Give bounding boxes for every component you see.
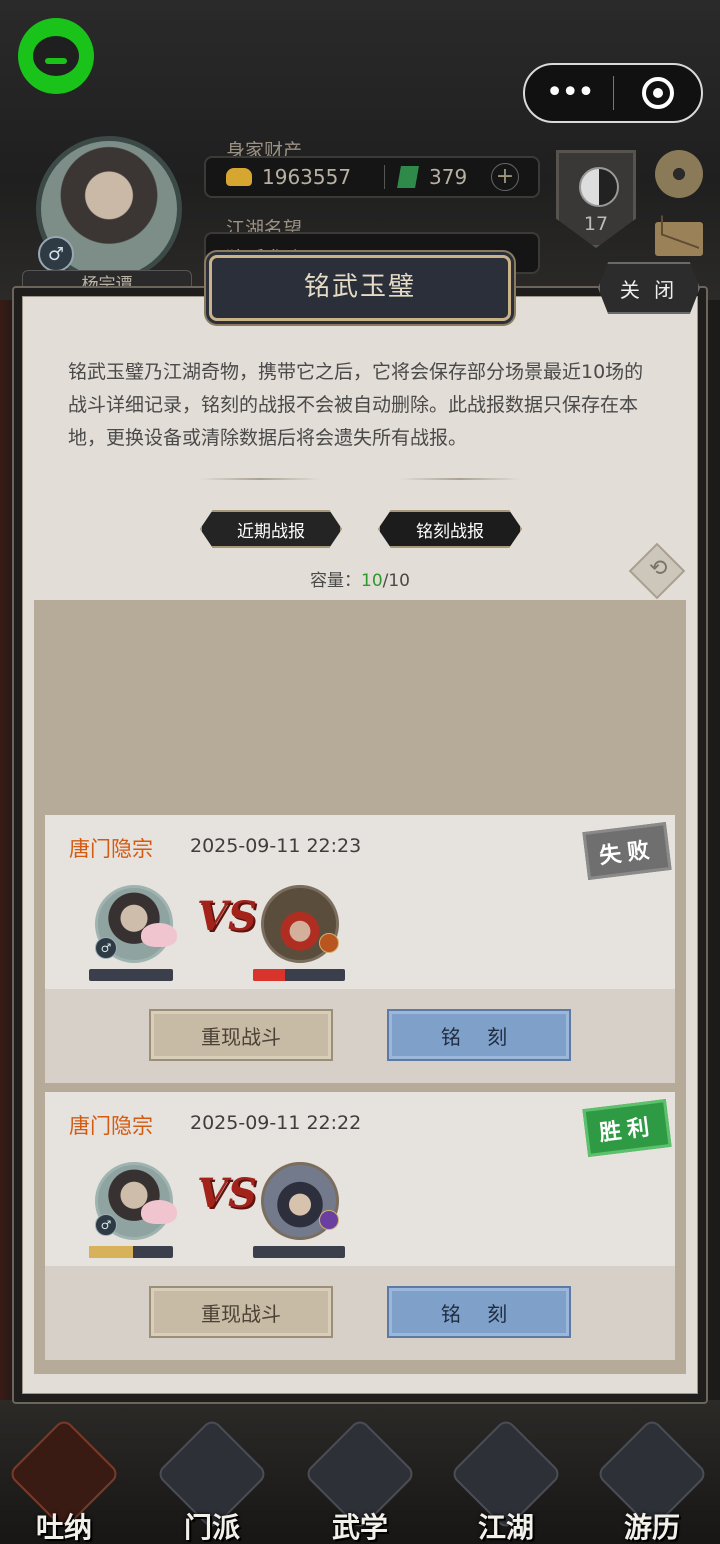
close-button[interactable]: 关 闭 [598, 262, 700, 314]
dialog-title: 铭武玉璧 [209, 255, 511, 321]
battle-time: 2025-09-11 22:23 [190, 835, 362, 857]
taiji-icon [579, 167, 619, 207]
divider-right [400, 478, 520, 480]
battle-sect: 唐门隐宗 [69, 837, 153, 861]
more-options-icon[interactable]: ••• [525, 65, 613, 121]
victory-stamp: 胜利 [582, 1099, 672, 1157]
replay-battle-button[interactable]: 重现战斗 [149, 1286, 333, 1338]
gold-amount: 1963557 [262, 165, 352, 189]
lotus-icon [141, 1200, 177, 1224]
divider-left [200, 478, 320, 480]
player-hp-bar [89, 969, 173, 981]
jade-icon [397, 166, 419, 188]
battle-card: 唐门隐宗 2025-09-11 22:22 胜利 ♂ VS 重现战斗 铭 刻 [45, 1092, 675, 1360]
capacity-indicator: 容量：10/10 [0, 566, 720, 591]
defeat-stamp: 失败 [582, 822, 672, 880]
nav-label: 游历 [623, 1511, 680, 1544]
nav-label: 吐纳 [35, 1511, 92, 1544]
capacity-total: /10 [382, 571, 410, 591]
male-gender-icon: ♂ [95, 937, 117, 959]
vs-mark: VS [197, 893, 257, 940]
battle-sect: 唐门隐宗 [69, 1114, 153, 1138]
engrave-button[interactable]: 铭 刻 [387, 1286, 571, 1338]
enemy-hp-bar [253, 1246, 345, 1258]
app-logo-icon[interactable] [18, 18, 94, 94]
battle-card: 唐门隐宗 2025-09-11 22:23 失败 ♂ VS 重现战斗 铭 刻 [45, 815, 675, 1083]
enemy-hp-fill [253, 969, 286, 981]
gear-icon[interactable] [655, 150, 703, 198]
wealth-bar: 1963557 379 + [204, 156, 540, 198]
replay-battle-button[interactable]: 重现战斗 [149, 1009, 333, 1061]
engrave-button[interactable]: 铭 刻 [387, 1009, 571, 1061]
nav-martial-arts[interactable]: 武学 [303, 1417, 417, 1544]
dialog-description: 铭武玉璧乃江湖奇物，携带它之后，它将会保存部分场景最近10场的战斗详细记录，铭刻… [68, 361, 644, 449]
capacity-used: 10 [361, 571, 383, 591]
nav-jianghu[interactable]: 江湖 [449, 1417, 563, 1544]
lotus-icon [141, 923, 177, 947]
nav-meditation[interactable]: 吐纳 [7, 1417, 121, 1544]
gold-ingot-icon [226, 168, 252, 186]
mail-icon[interactable] [655, 222, 703, 256]
close-app-icon[interactable] [614, 77, 701, 109]
nav-travel[interactable]: 游历 [595, 1417, 709, 1544]
mini-program-capsule: ••• [523, 63, 703, 123]
male-gender-icon: ♂ [95, 1214, 117, 1236]
tab-recent-reports[interactable]: 近期战报 [200, 510, 342, 548]
vs-mark: VS [197, 1170, 257, 1217]
nav-label: 武学 [331, 1511, 388, 1544]
nav-sect[interactable]: 门派 [155, 1417, 269, 1544]
battle-time: 2025-09-11 22:22 [190, 1112, 362, 1134]
player-hp-fill [89, 1246, 133, 1258]
player-hp-bar [89, 1246, 173, 1258]
jade-amount: 379 [429, 165, 468, 189]
weapon-role-icon [319, 933, 339, 953]
capacity-label: 容量： [310, 571, 361, 591]
tab-engraved-reports[interactable]: 铭刻战报 [378, 510, 522, 548]
weapon-role-icon [319, 1210, 339, 1230]
enemy-hp-bar [253, 969, 345, 981]
nav-label: 门派 [183, 1511, 240, 1544]
nav-label: 江湖 [477, 1511, 534, 1544]
male-gender-icon: ♂ [38, 236, 74, 272]
add-currency-icon[interactable]: + [491, 163, 519, 191]
